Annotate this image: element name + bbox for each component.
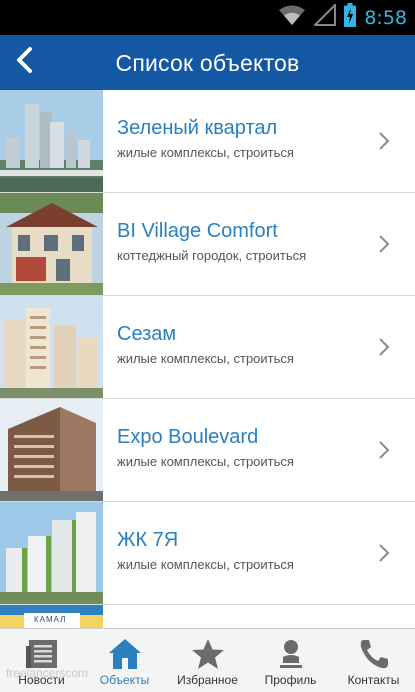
object-thumbnail [0,296,103,398]
wifi-icon [278,4,306,31]
object-subtitle: жилые комплексы, строиться [117,454,294,469]
objects-list[interactable]: Зеленый квартал жилые комплексы, строить… [0,90,415,628]
list-item[interactable]: Сезам жилые комплексы, строиться [0,296,415,399]
object-name: Expo Boulevard [117,426,259,448]
person-icon [273,637,309,671]
object-thumbnail [0,502,103,604]
object-thumbnail [0,193,103,295]
bottom-tab-bar: Новости Объекты Избранное Профиль Контак… [0,628,415,692]
list-item[interactable]: Expo Boulevard жилые комплексы, строитьс… [0,399,415,502]
object-name: Зеленый квартал [117,117,278,139]
watermark: freelancerscom [6,666,89,680]
tab-objects[interactable]: Объекты [83,629,166,692]
tab-label: Объекты [99,673,150,687]
tab-label: Профиль [264,673,317,687]
object-name: BI Village Comfort [117,220,278,242]
status-time: 8:58 [364,6,407,29]
object-thumbnail: КАМАЛ [0,605,103,628]
object-logo-text: КАМАЛ [34,615,67,624]
page-title: Список объектов [115,50,300,76]
tab-news[interactable]: Новости [0,629,83,692]
signal-icon [312,2,337,31]
chevron-right-icon [377,131,391,151]
object-thumbnail [0,90,103,192]
chevron-right-icon [377,543,391,563]
star-icon [190,637,226,671]
tab-contacts[interactable]: Контакты [332,629,415,692]
list-item[interactable]: Зеленый квартал жилые комплексы, строить… [0,90,415,193]
tab-label: Избранное [177,673,238,687]
chevron-right-icon [377,234,391,254]
tab-profile[interactable]: Профиль [249,629,332,692]
object-subtitle: жилые комплексы, строиться [117,145,294,160]
object-subtitle: жилые комплексы, строиться [117,351,294,366]
object-name: ЖК 7Я [117,529,179,551]
tab-label: Контакты [347,673,400,687]
object-subtitle: коттеджный городок, строиться [117,248,307,263]
battery-charging-icon [344,3,357,32]
home-icon [107,637,143,671]
object-thumbnail [0,399,103,501]
status-bar: 8:58 [0,0,415,35]
tab-favorites[interactable]: Избранное [166,629,249,692]
list-item[interactable]: ЖК 7Я жилые комплексы, строиться [0,502,415,605]
list-item[interactable]: BI Village Comfort коттеджный городок, с… [0,193,415,296]
list-item[interactable]: КАМАЛ [0,605,415,628]
object-subtitle: жилые комплексы, строиться [117,557,294,572]
chevron-right-icon [377,337,391,357]
chevron-right-icon [377,440,391,460]
object-name: Сезам [117,323,177,345]
action-bar: Список объектов [0,35,415,90]
phone-icon [356,637,392,671]
